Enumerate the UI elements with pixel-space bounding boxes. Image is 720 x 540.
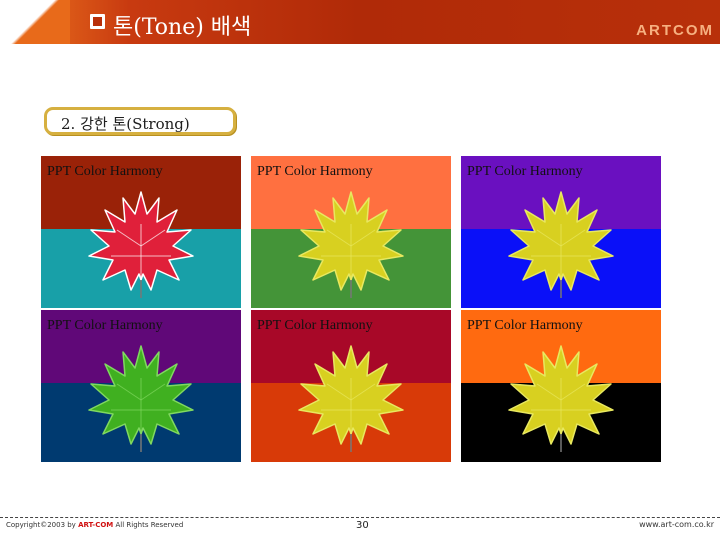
page-number: 30 [356, 520, 369, 531]
footer-url: www.art-com.co.kr [639, 520, 714, 529]
maple-leaf-icon [88, 191, 194, 298]
tile-caption: PPT Color Harmony [257, 164, 373, 179]
slide-header: 톤(Tone) 배색 ARTCOM [0, 0, 720, 44]
footer-copyright: Copyright©2003 by ART-COM All Rights Res… [6, 521, 183, 529]
color-tile: PPT Color Harmony [251, 310, 451, 462]
tile-caption: PPT Color Harmony [257, 318, 373, 333]
color-tile: PPT Color Harmony [41, 310, 241, 462]
square-bullet-icon [90, 14, 105, 29]
tile-caption: PPT Color Harmony [467, 164, 583, 179]
section-label: 2. 강한 톤(Strong) [61, 115, 190, 133]
slide-title: 톤(Tone) 배색 [113, 15, 252, 40]
maple-leaf-icon [298, 345, 404, 452]
copyright-prefix: Copyright©2003 by [6, 521, 79, 529]
copyright-suffix: All Rights Reserved [113, 521, 184, 529]
tile-caption: PPT Color Harmony [47, 164, 163, 179]
maple-leaf-icon [508, 191, 614, 298]
section-label-box: 2. 강한 톤(Strong) [44, 107, 236, 135]
color-tile: PPT Color Harmony [41, 156, 241, 308]
color-tile: PPT Color Harmony [251, 156, 451, 308]
maple-leaf-icon [298, 191, 404, 298]
color-tile: PPT Color Harmony [461, 310, 661, 462]
header-corner-decoration [0, 0, 70, 44]
brand-logo-text: ARTCOM [636, 22, 714, 39]
maple-leaf-icon [508, 345, 614, 452]
color-tile: PPT Color Harmony [461, 156, 661, 308]
maple-leaf-icon [88, 345, 194, 452]
footer-divider [0, 517, 720, 518]
copyright-brand: ART-COM [78, 521, 114, 529]
tile-caption: PPT Color Harmony [47, 318, 163, 333]
tile-caption: PPT Color Harmony [467, 318, 583, 333]
